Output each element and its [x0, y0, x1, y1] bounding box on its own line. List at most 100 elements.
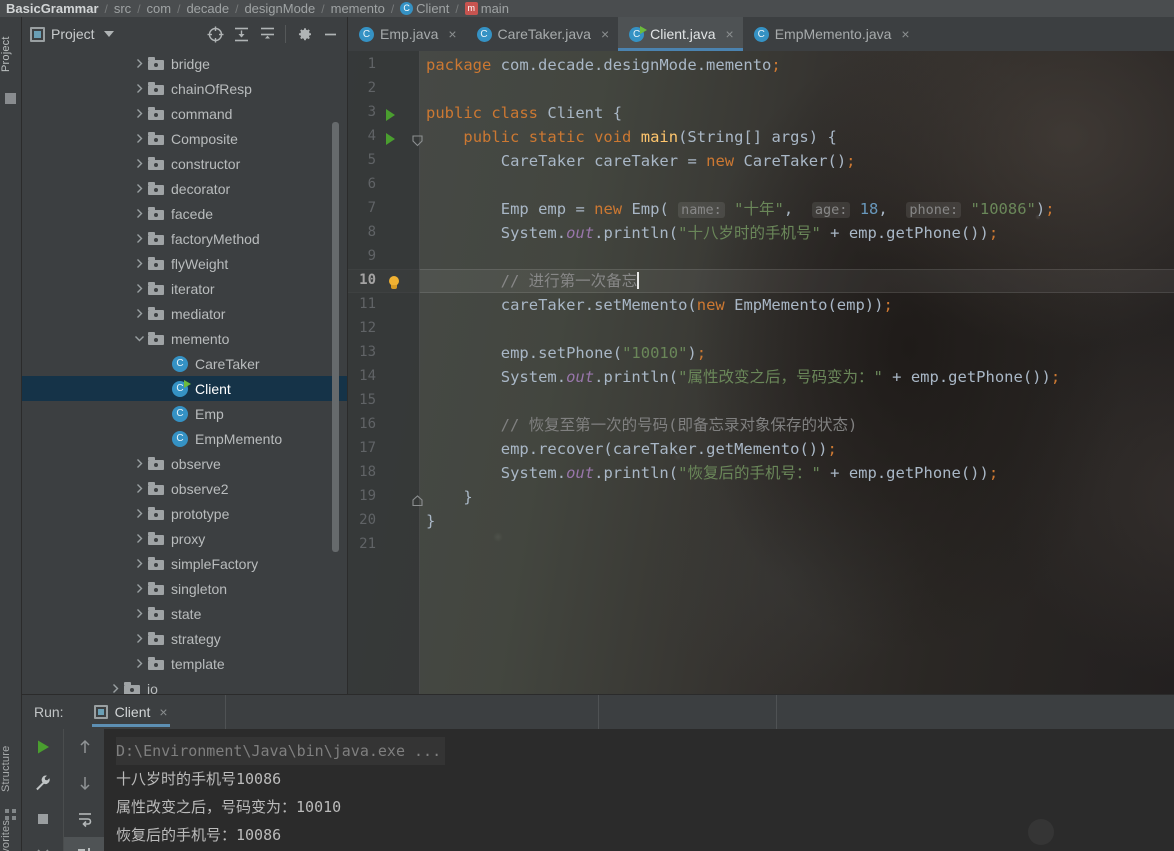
tree-item-empmemento[interactable]: C EmpMemento [22, 426, 347, 451]
chevron-right-icon[interactable] [130, 533, 148, 544]
tree-item-facede[interactable]: facede [22, 201, 347, 226]
code-text[interactable]: package com.decade.designMode.memento; pu… [348, 51, 1174, 694]
code-line[interactable]: } [426, 485, 472, 509]
expand-all-icon[interactable] [228, 21, 254, 47]
code-line[interactable]: emp.setPhone("10010"); [426, 341, 706, 365]
editor-tab-emp[interactable]: C Emp.java × [348, 17, 466, 51]
tree-item-factorymethod[interactable]: factoryMethod [22, 226, 347, 251]
tool-button-project[interactable]: Project [0, 19, 22, 89]
chevron-right-icon[interactable] [130, 183, 148, 194]
breadcrumb-item-project[interactable]: BasicGrammar [6, 1, 99, 16]
tree-item-chainofresp[interactable]: chainOfResp [22, 76, 347, 101]
project-tree-scrollbar[interactable] [332, 122, 339, 552]
project-tree[interactable]: bridge chainOfResp command Composite constru… [22, 51, 347, 694]
breadcrumb-item-client[interactable]: Client [416, 1, 449, 16]
tree-item-memento[interactable]: memento [22, 326, 347, 351]
tree-item-caretaker[interactable]: C CareTaker [22, 351, 347, 376]
editor-tab-client[interactable]: C Client.java × [618, 17, 743, 51]
tool-button-favorites[interactable]: Favorites [0, 820, 22, 851]
chevron-right-icon[interactable] [130, 233, 148, 244]
scroll-down-icon[interactable] [64, 765, 105, 801]
chevron-right-icon[interactable] [130, 133, 148, 144]
chevron-right-icon[interactable] [130, 283, 148, 294]
chevron-right-icon[interactable] [130, 58, 148, 69]
tree-item-simplefactory[interactable]: simpleFactory [22, 551, 347, 576]
tree-item-decorator[interactable]: decorator [22, 176, 347, 201]
chevron-right-icon[interactable] [130, 558, 148, 569]
code-line[interactable]: emp.recover(careTaker.getMemento()); [426, 437, 837, 461]
code-line[interactable]: package com.decade.designMode.memento; [426, 53, 781, 77]
chevron-right-icon[interactable] [130, 483, 148, 494]
code-line[interactable]: careTaker.setMemento(new EmpMemento(emp)… [426, 293, 893, 317]
tree-item-client[interactable]: C Client [22, 376, 347, 401]
tree-item-bridge[interactable]: bridge [22, 51, 347, 76]
tree-item-composite[interactable]: Composite [22, 126, 347, 151]
tree-item-observe2[interactable]: observe2 [22, 476, 347, 501]
code-line[interactable]: public class Client { [426, 101, 622, 125]
wrench-icon[interactable] [22, 765, 63, 801]
chevron-down-icon[interactable] [103, 31, 114, 37]
chevron-right-icon[interactable] [130, 158, 148, 169]
close-icon[interactable]: × [726, 26, 734, 42]
tree-item-iterator[interactable]: iterator [22, 276, 347, 301]
tree-item-constructor[interactable]: constructor [22, 151, 347, 176]
code-line[interactable]: System.out.println("十八岁时的手机号" + emp.getP… [426, 221, 998, 245]
tree-item-template[interactable]: template [22, 651, 347, 676]
code-line[interactable]: public static void main(String[] args) { [426, 125, 836, 149]
console-output[interactable]: D:\Environment\Java\bin\java.exe ... 十八岁时… [104, 729, 1174, 851]
chevron-right-icon[interactable] [130, 308, 148, 319]
breadcrumb-item-main[interactable]: main [481, 1, 509, 16]
close-icon[interactable]: × [448, 26, 456, 42]
project-view-selector[interactable]: Project [30, 26, 114, 42]
code-line[interactable]: System.out.println("恢复后的手机号：" + emp.getP… [426, 461, 998, 485]
tool-button-structure[interactable]: Structure [0, 733, 22, 805]
scroll-to-end-icon[interactable] [64, 837, 105, 851]
editor-tab-caretaker[interactable]: C CareTaker.java × [466, 17, 619, 51]
chevron-right-icon[interactable] [130, 208, 148, 219]
breadcrumb-item-com[interactable]: com [147, 1, 172, 16]
stop-icon[interactable] [22, 801, 63, 837]
close-icon[interactable]: × [159, 704, 167, 720]
chevron-right-icon[interactable] [130, 258, 148, 269]
rerun-icon[interactable] [22, 729, 63, 765]
gear-icon[interactable] [291, 21, 317, 47]
chevron-right-icon[interactable] [106, 683, 124, 694]
intention-bulb-icon[interactable] [387, 276, 401, 290]
tree-item-singleton[interactable]: singleton [22, 576, 347, 601]
editor-tab-empmemento[interactable]: C EmpMemento.java × [743, 17, 919, 51]
gutter-run-icon[interactable] [386, 109, 395, 121]
chevron-right-icon[interactable] [130, 608, 148, 619]
code-line[interactable]: System.out.println("属性改变之后，号码变为：" + emp.… [426, 365, 1060, 389]
chevron-right-icon[interactable] [130, 633, 148, 644]
close-icon[interactable] [22, 837, 63, 851]
code-fold-open-icon[interactable] [412, 134, 423, 147]
tree-item-flyweight[interactable]: flyWeight [22, 251, 347, 276]
breadcrumb-item-designmode[interactable]: designMode [244, 1, 315, 16]
run-tab-client[interactable]: Client × [84, 695, 178, 729]
gutter-run-icon[interactable] [386, 133, 395, 145]
tree-item-command[interactable]: command [22, 101, 347, 126]
chevron-right-icon[interactable] [130, 83, 148, 94]
chevron-right-icon[interactable] [130, 108, 148, 119]
tree-item-state[interactable]: state [22, 601, 347, 626]
breadcrumb-item-src[interactable]: src [114, 1, 131, 16]
code-line[interactable]: Emp emp = new Emp( name: "十年", age: 18, … [426, 197, 1055, 221]
tree-item-emp[interactable]: C Emp [22, 401, 347, 426]
breadcrumb-item-memento[interactable]: memento [331, 1, 385, 16]
scroll-up-icon[interactable] [64, 729, 105, 765]
code-line[interactable]: // 恢复至第一次的号码(即备忘录对象保存的状态) [426, 413, 858, 437]
tree-item-strategy[interactable]: strategy [22, 626, 347, 651]
close-icon[interactable]: × [601, 26, 609, 42]
chevron-down-icon[interactable] [130, 333, 148, 344]
tree-item-proxy[interactable]: proxy [22, 526, 347, 551]
soft-wrap-icon[interactable] [64, 801, 105, 837]
collapse-all-icon[interactable] [254, 21, 280, 47]
chevron-right-icon[interactable] [130, 583, 148, 594]
tree-item-io[interactable]: io [22, 676, 347, 694]
code-line[interactable]: CareTaker careTaker = new CareTaker(); [426, 149, 856, 173]
chevron-right-icon[interactable] [130, 458, 148, 469]
chevron-right-icon[interactable] [130, 658, 148, 669]
locate-icon[interactable] [202, 21, 228, 47]
tree-item-observe[interactable]: observe [22, 451, 347, 476]
breadcrumb-item-decade[interactable]: decade [186, 1, 229, 16]
